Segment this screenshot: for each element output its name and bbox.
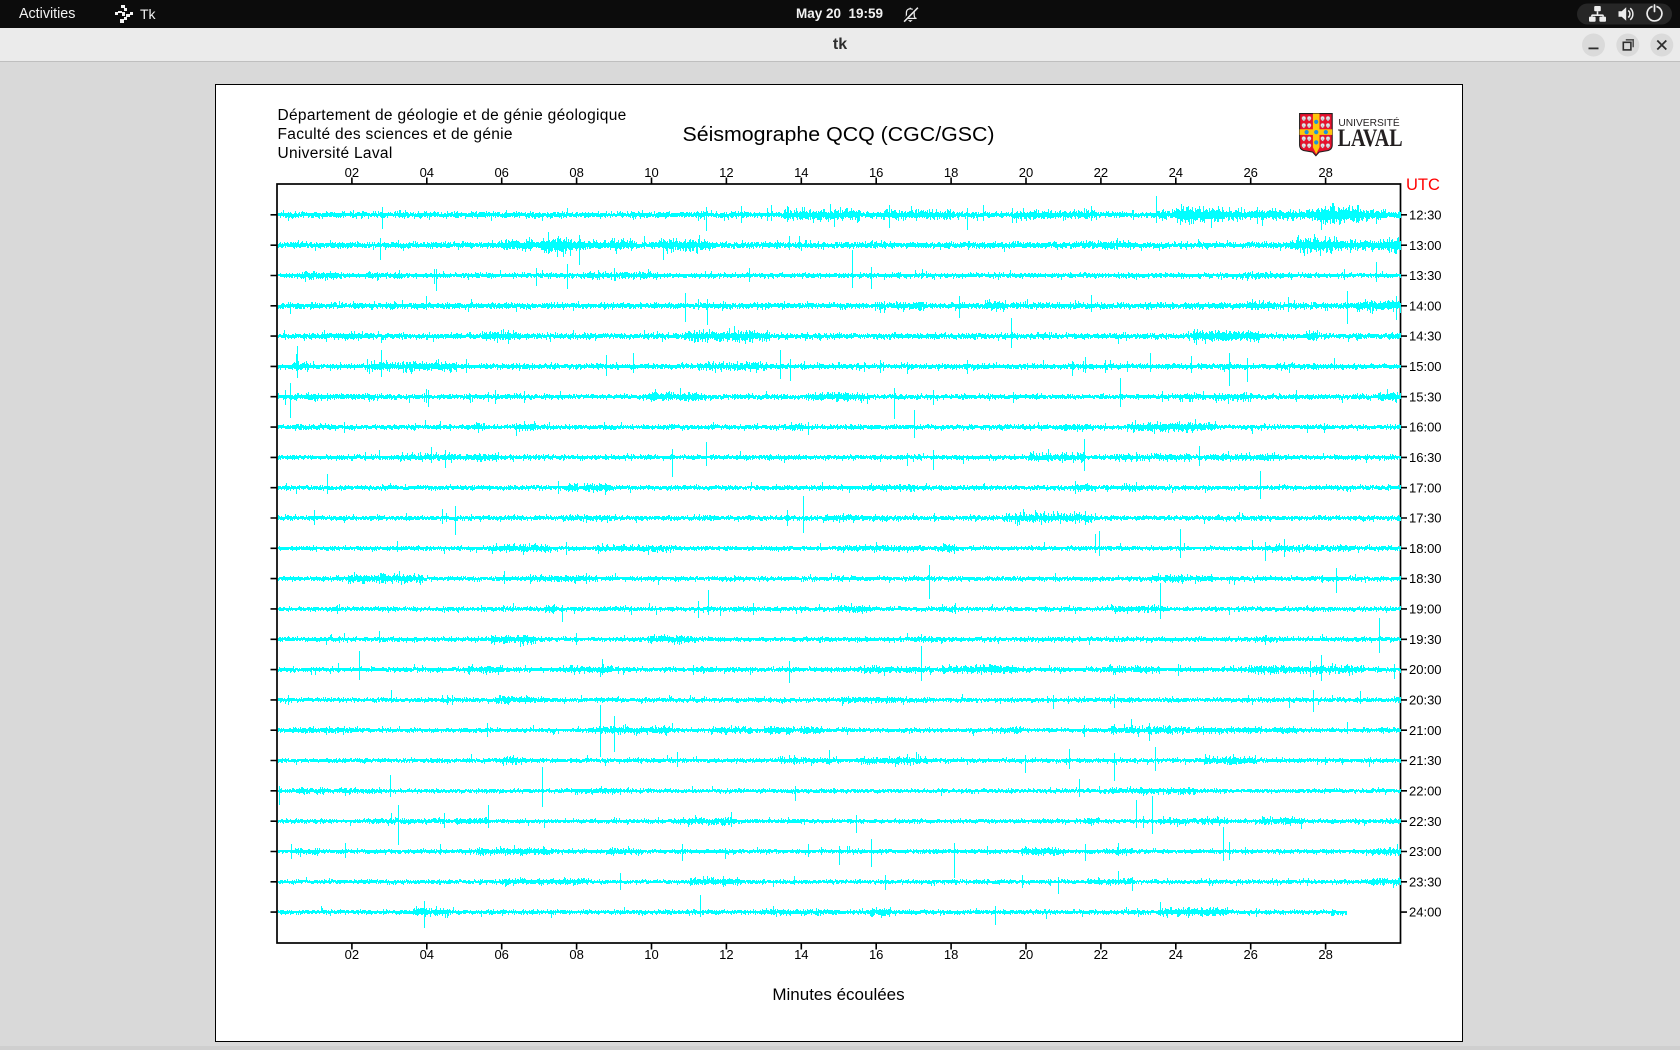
- svg-text:12: 12: [719, 165, 733, 180]
- svg-text:23:00: 23:00: [1409, 844, 1442, 859]
- svg-text:14:00: 14:00: [1409, 298, 1442, 313]
- svg-text:13:00: 13:00: [1409, 238, 1442, 253]
- svg-text:12:30: 12:30: [1409, 207, 1442, 222]
- svg-text:21:00: 21:00: [1409, 723, 1442, 738]
- svg-text:16:00: 16:00: [1409, 420, 1442, 435]
- svg-text:08: 08: [569, 165, 583, 180]
- svg-text:14: 14: [794, 165, 808, 180]
- svg-text:02: 02: [345, 947, 359, 962]
- svg-text:18: 18: [944, 165, 958, 180]
- svg-text:19:30: 19:30: [1409, 632, 1442, 647]
- svg-text:Université Laval: Université Laval: [278, 145, 393, 162]
- svg-text:26: 26: [1243, 165, 1257, 180]
- svg-text:22: 22: [1094, 165, 1108, 180]
- svg-text:15:00: 15:00: [1409, 359, 1442, 374]
- svg-text:22:30: 22:30: [1409, 814, 1442, 829]
- svg-text:18:00: 18:00: [1409, 541, 1442, 556]
- svg-text:Minutes écoulées: Minutes écoulées: [772, 985, 904, 1004]
- svg-text:24: 24: [1169, 947, 1183, 962]
- svg-text:20: 20: [1019, 165, 1033, 180]
- svg-text:17:30: 17:30: [1409, 511, 1442, 526]
- svg-text:LAVAL: LAVAL: [1338, 125, 1403, 152]
- svg-text:14: 14: [794, 947, 808, 962]
- svg-text:08: 08: [569, 947, 583, 962]
- svg-text:06: 06: [494, 947, 508, 962]
- svg-text:16: 16: [869, 165, 883, 180]
- svg-text:20:00: 20:00: [1409, 662, 1442, 677]
- svg-text:06: 06: [494, 165, 508, 180]
- svg-text:20:30: 20:30: [1409, 693, 1442, 708]
- svg-text:Département de géologie et de: Département de géologie et de génie géol…: [278, 107, 627, 124]
- svg-text:22:00: 22:00: [1409, 783, 1442, 798]
- svg-text:02: 02: [345, 165, 359, 180]
- svg-text:22: 22: [1094, 947, 1108, 962]
- svg-text:Faculté des sciences et de gén: Faculté des sciences et de génie: [278, 126, 513, 143]
- svg-text:Séismographe QCQ (CGC/GSC): Séismographe QCQ (CGC/GSC): [683, 124, 995, 146]
- svg-text:18:30: 18:30: [1409, 571, 1442, 586]
- svg-text:04: 04: [420, 947, 434, 962]
- svg-text:10: 10: [644, 165, 658, 180]
- svg-text:21:30: 21:30: [1409, 753, 1442, 768]
- svg-text:26: 26: [1243, 947, 1257, 962]
- svg-text:20: 20: [1019, 947, 1033, 962]
- svg-text:28: 28: [1318, 947, 1332, 962]
- svg-text:UTC: UTC: [1406, 176, 1440, 194]
- svg-text:28: 28: [1318, 165, 1332, 180]
- svg-text:16:30: 16:30: [1409, 450, 1442, 465]
- svg-text:17:00: 17:00: [1409, 480, 1442, 495]
- svg-text:19:00: 19:00: [1409, 602, 1442, 617]
- svg-text:04: 04: [420, 165, 434, 180]
- svg-text:24: 24: [1169, 165, 1183, 180]
- svg-text:10: 10: [644, 947, 658, 962]
- svg-text:15:30: 15:30: [1409, 389, 1442, 404]
- svg-text:16: 16: [869, 947, 883, 962]
- svg-text:23:30: 23:30: [1409, 874, 1442, 889]
- svg-text:14:30: 14:30: [1409, 329, 1442, 344]
- svg-text:12: 12: [719, 947, 733, 962]
- svg-text:18: 18: [944, 947, 958, 962]
- svg-text:24:00: 24:00: [1409, 905, 1442, 920]
- svg-text:13:30: 13:30: [1409, 268, 1442, 283]
